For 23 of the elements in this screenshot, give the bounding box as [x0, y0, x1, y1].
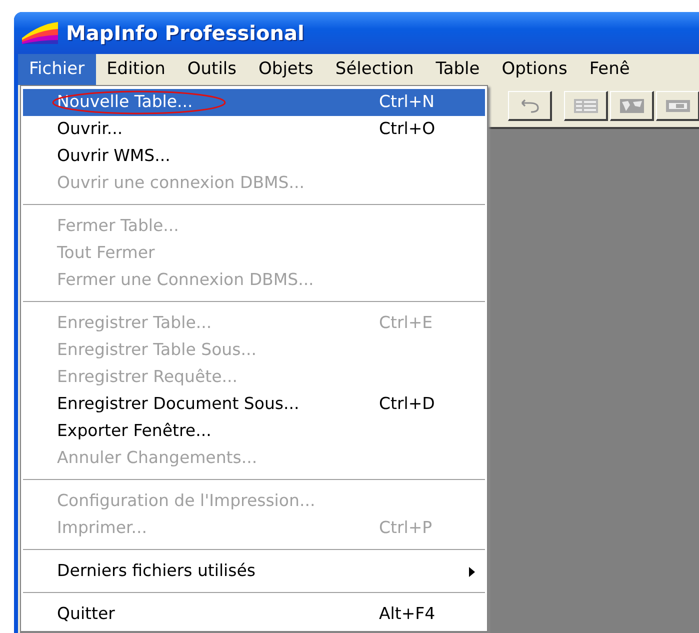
- map-button[interactable]: [610, 91, 654, 121]
- menu-bar-item[interactable]: Edition: [96, 54, 176, 85]
- undo-button[interactable]: [508, 91, 552, 121]
- menu-item[interactable]: Enregistrer Document Sous... Ctrl+D: [23, 391, 485, 418]
- menu-bar-item[interactable]: Table: [424, 54, 491, 85]
- menu-item[interactable]: Exporter Fenêtre...: [23, 418, 485, 445]
- menu-bar-item[interactable]: Fenê: [578, 54, 641, 85]
- table-icon: [572, 96, 600, 114]
- menu-bar-item[interactable]: Options: [490, 54, 578, 85]
- layout-button[interactable]: [656, 91, 699, 121]
- map-icon: [618, 96, 646, 114]
- menu-item[interactable]: Ouvrir WMS...: [23, 143, 485, 170]
- menu-item[interactable]: Derniers fichiers utilisés: [23, 558, 485, 585]
- menu-item[interactable]: Nouvelle Table... Ctrl+N: [23, 89, 485, 116]
- menu-bar-item[interactable]: Objets: [248, 54, 324, 85]
- menu-item[interactable]: Ouvrir... Ctrl+O: [23, 116, 485, 143]
- menu-bar-item[interactable]: Outils: [176, 54, 248, 85]
- menu-bar-item[interactable]: Fichier: [18, 54, 96, 85]
- rainbow-logo-icon: [20, 20, 60, 46]
- menu-bar-item[interactable]: Sélection: [324, 54, 425, 85]
- menu-item[interactable]: Quitter Alt+F4: [23, 601, 485, 628]
- table-button[interactable]: [564, 91, 608, 121]
- window-title: MapInfo Professional: [66, 20, 304, 47]
